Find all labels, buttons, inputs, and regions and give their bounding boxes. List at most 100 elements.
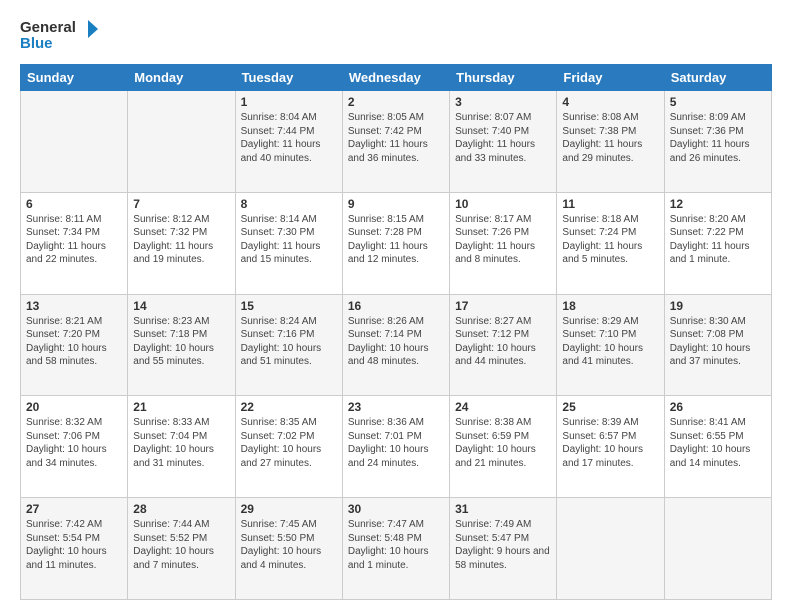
day-info: Sunrise: 8:20 AM Sunset: 7:22 PM Dayligh… [670,213,766,267]
day-number: 1 [241,95,337,109]
calendar-cell: 29 Sunrise: 7:45 AM Sunset: 5:50 PM Dayli… [235,498,342,600]
calendar-cell: 26Sunrise: 8:41 AM Sunset: 6:55 PM Dayli… [664,396,771,498]
day-header-monday: Monday [128,65,235,91]
day-number: 8 [241,197,337,211]
calendar-cell: 7 Sunrise: 8:12 AM Sunset: 7:32 PM Daylig… [128,192,235,294]
calendar-cell: 27Sunrise: 7:42 AM Sunset: 5:54 PM Dayli… [21,498,128,600]
day-number: 25 [562,400,658,414]
calendar-cell [21,91,128,193]
calendar-cell: 2 Sunrise: 8:05 AM Sunset: 7:42 PM Daylig… [342,91,449,193]
calendar-header-row: SundayMondayTuesdayWednesdayThursdayFrid… [21,65,772,91]
day-header-sunday: Sunday [21,65,128,91]
day-info: Sunrise: 8:36 AM Sunset: 7:01 PM Dayligh… [348,416,444,470]
calendar-cell: 24Sunrise: 8:38 AM Sunset: 6:59 PM Dayli… [450,396,557,498]
calendar-week-3: 13Sunrise: 8:21 AM Sunset: 7:20 PM Dayli… [21,294,772,396]
calendar-cell: 17 Sunrise: 8:27 AM Sunset: 7:12 PM Dayli… [450,294,557,396]
day-info: Sunrise: 8:32 AM Sunset: 7:06 PM Dayligh… [26,416,122,470]
calendar-cell: 5 Sunrise: 8:09 AM Sunset: 7:36 PM Daylig… [664,91,771,193]
day-info: Sunrise: 8:21 AM Sunset: 7:20 PM Dayligh… [26,315,122,369]
day-number: 3 [455,95,551,109]
day-info: Sunrise: 8:39 AM Sunset: 6:57 PM Dayligh… [562,416,658,470]
calendar-cell: 8Sunrise: 8:14 AM Sunset: 7:30 PM Daylig… [235,192,342,294]
day-number: 28 [133,502,229,516]
day-number: 4 [562,95,658,109]
calendar-cell: 23Sunrise: 8:36 AM Sunset: 7:01 PM Dayli… [342,396,449,498]
calendar-cell: 4Sunrise: 8:08 AM Sunset: 7:38 PM Daylig… [557,91,664,193]
day-info: Sunrise: 8:30 AM Sunset: 7:08 PM Dayligh… [670,315,766,369]
day-number: 31 [455,502,551,516]
calendar-cell: 15 Sunrise: 8:24 AM Sunset: 7:16 PM Dayli… [235,294,342,396]
svg-text:Blue: Blue [20,35,53,52]
day-header-thursday: Thursday [450,65,557,91]
day-info: Sunrise: 8:04 AM Sunset: 7:44 PM Dayligh… [241,111,337,165]
day-number: 2 [348,95,444,109]
calendar-cell: 20Sunrise: 8:32 AM Sunset: 7:06 PM Dayli… [21,396,128,498]
page: General Blue SundayMondayTuesdayWednesda… [0,0,792,612]
day-info: Sunrise: 7:42 AM Sunset: 5:54 PM Dayligh… [26,518,122,572]
calendar-week-4: 20Sunrise: 8:32 AM Sunset: 7:06 PM Dayli… [21,396,772,498]
calendar-cell: 28 Sunrise: 7:44 AM Sunset: 5:52 PM Dayli… [128,498,235,600]
day-number: 17 [455,299,551,313]
day-number: 6 [26,197,122,211]
day-info: Sunrise: 8:29 AM Sunset: 7:10 PM Dayligh… [562,315,658,369]
logo-svg: General Blue [20,16,100,54]
calendar-cell: 13Sunrise: 8:21 AM Sunset: 7:20 PM Dayli… [21,294,128,396]
day-header-friday: Friday [557,65,664,91]
day-number: 30 [348,502,444,516]
calendar-cell: 1 Sunrise: 8:04 AM Sunset: 7:44 PM Daylig… [235,91,342,193]
day-number: 24 [455,400,551,414]
calendar-week-2: 6 Sunrise: 8:11 AM Sunset: 7:34 PM Daylig… [21,192,772,294]
calendar-cell: 9 Sunrise: 8:15 AM Sunset: 7:28 PM Daylig… [342,192,449,294]
day-info: Sunrise: 8:15 AM Sunset: 7:28 PM Dayligh… [348,213,444,267]
day-number: 29 [241,502,337,516]
day-number: 18 [562,299,658,313]
day-number: 5 [670,95,766,109]
day-number: 7 [133,197,229,211]
day-info: Sunrise: 8:27 AM Sunset: 7:12 PM Dayligh… [455,315,551,369]
day-info: Sunrise: 7:47 AM Sunset: 5:48 PM Dayligh… [348,518,444,572]
logo: General Blue [20,16,100,54]
day-info: Sunrise: 7:45 AM Sunset: 5:50 PM Dayligh… [241,518,337,572]
day-number: 15 [241,299,337,313]
calendar-cell: 31 Sunrise: 7:49 AM Sunset: 5:47 PM Dayli… [450,498,557,600]
calendar-week-5: 27Sunrise: 7:42 AM Sunset: 5:54 PM Dayli… [21,498,772,600]
calendar-cell [557,498,664,600]
calendar-week-1: 1 Sunrise: 8:04 AM Sunset: 7:44 PM Daylig… [21,91,772,193]
calendar-cell: 18 Sunrise: 8:29 AM Sunset: 7:10 PM Dayli… [557,294,664,396]
calendar-cell [128,91,235,193]
day-info: Sunrise: 8:17 AM Sunset: 7:26 PM Dayligh… [455,213,551,267]
day-info: Sunrise: 8:05 AM Sunset: 7:42 PM Dayligh… [348,111,444,165]
day-number: 22 [241,400,337,414]
day-info: Sunrise: 8:35 AM Sunset: 7:02 PM Dayligh… [241,416,337,470]
calendar-cell: 6 Sunrise: 8:11 AM Sunset: 7:34 PM Daylig… [21,192,128,294]
day-header-tuesday: Tuesday [235,65,342,91]
calendar-table: SundayMondayTuesdayWednesdayThursdayFrid… [20,64,772,600]
day-info: Sunrise: 8:12 AM Sunset: 7:32 PM Dayligh… [133,213,229,267]
calendar-cell: 25 Sunrise: 8:39 AM Sunset: 6:57 PM Dayli… [557,396,664,498]
day-info: Sunrise: 8:41 AM Sunset: 6:55 PM Dayligh… [670,416,766,470]
day-number: 10 [455,197,551,211]
day-info: Sunrise: 8:23 AM Sunset: 7:18 PM Dayligh… [133,315,229,369]
day-info: Sunrise: 8:26 AM Sunset: 7:14 PM Dayligh… [348,315,444,369]
calendar-cell: 16 Sunrise: 8:26 AM Sunset: 7:14 PM Dayli… [342,294,449,396]
calendar-cell [664,498,771,600]
calendar-cell: 30 Sunrise: 7:47 AM Sunset: 5:48 PM Dayli… [342,498,449,600]
calendar-cell: 10 Sunrise: 8:17 AM Sunset: 7:26 PM Dayli… [450,192,557,294]
day-number: 16 [348,299,444,313]
day-info: Sunrise: 8:24 AM Sunset: 7:16 PM Dayligh… [241,315,337,369]
day-info: Sunrise: 8:33 AM Sunset: 7:04 PM Dayligh… [133,416,229,470]
calendar-cell: 19Sunrise: 8:30 AM Sunset: 7:08 PM Dayli… [664,294,771,396]
day-number: 14 [133,299,229,313]
day-info: Sunrise: 7:49 AM Sunset: 5:47 PM Dayligh… [455,518,551,572]
calendar-cell: 12 Sunrise: 8:20 AM Sunset: 7:22 PM Dayli… [664,192,771,294]
day-info: Sunrise: 7:44 AM Sunset: 5:52 PM Dayligh… [133,518,229,572]
day-info: Sunrise: 8:11 AM Sunset: 7:34 PM Dayligh… [26,213,122,267]
day-info: Sunrise: 8:18 AM Sunset: 7:24 PM Dayligh… [562,213,658,267]
day-number: 12 [670,197,766,211]
calendar-cell: 22 Sunrise: 8:35 AM Sunset: 7:02 PM Dayli… [235,396,342,498]
day-info: Sunrise: 8:09 AM Sunset: 7:36 PM Dayligh… [670,111,766,165]
calendar-cell: 11Sunrise: 8:18 AM Sunset: 7:24 PM Dayli… [557,192,664,294]
day-number: 9 [348,197,444,211]
calendar-cell: 21Sunrise: 8:33 AM Sunset: 7:04 PM Dayli… [128,396,235,498]
calendar-cell: 14 Sunrise: 8:23 AM Sunset: 7:18 PM Dayli… [128,294,235,396]
